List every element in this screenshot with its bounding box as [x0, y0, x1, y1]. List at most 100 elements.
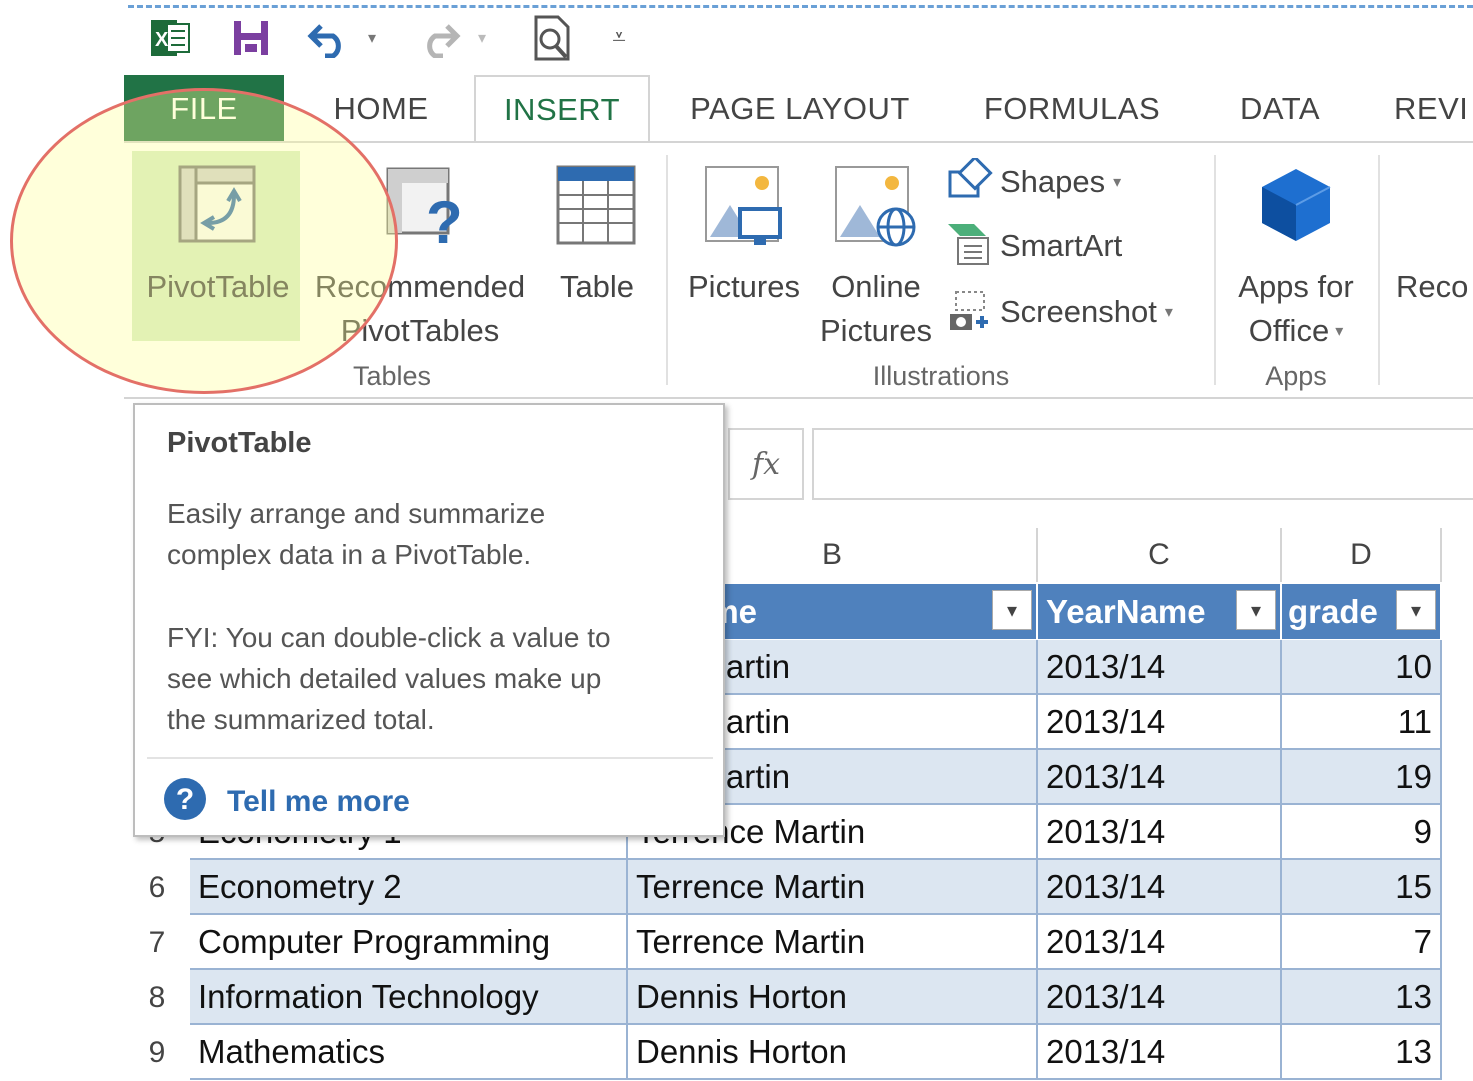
- filter-dropdown-icon[interactable]: ▾: [992, 590, 1032, 630]
- recommended-charts-label[interactable]: Reco: [1396, 265, 1473, 309]
- svg-text:X: X: [155, 29, 169, 51]
- ribbon-insert: PivotTable ? Recommended PivotTables Tab…: [124, 143, 1473, 398]
- pivottable-icon: [178, 165, 256, 248]
- screenshot-button[interactable]: Screenshot ▾: [946, 287, 1206, 337]
- apps-dropdown-icon: ▾: [1335, 323, 1344, 340]
- table-row: 9 Mathematics Dennis Horton 2013/14 13: [124, 1025, 1473, 1080]
- table-label: Table: [559, 269, 635, 304]
- tab-insert[interactable]: INSERT: [474, 75, 650, 143]
- filter-dropdown-icon[interactable]: ▾: [1396, 590, 1436, 630]
- group-separator: [1214, 155, 1216, 385]
- year-cell[interactable]: 2013/14: [1038, 970, 1282, 1025]
- row-number[interactable]: 6: [124, 860, 190, 915]
- pivottable-button[interactable]: PivotTable: [132, 151, 300, 341]
- pivottable-tooltip: PivotTable Easily arrange and summarize …: [133, 403, 725, 837]
- table-row: 7 Computer Programming Terrence Martin 2…: [124, 915, 1473, 970]
- online-pictures-icon: [834, 165, 918, 254]
- undo-dropdown-icon[interactable]: ▾: [360, 16, 384, 60]
- year-cell[interactable]: 2013/14: [1038, 750, 1282, 805]
- formula-input[interactable]: [812, 428, 1473, 500]
- group-separator: [1378, 155, 1380, 385]
- redo-dropdown-icon[interactable]: ▾: [470, 16, 494, 60]
- grade-cell[interactable]: 10: [1282, 640, 1442, 695]
- online-pictures-button[interactable]: Online Pictures: [814, 151, 938, 348]
- smartart-label: SmartArt: [1000, 228, 1123, 263]
- print-preview-icon[interactable]: [528, 15, 576, 61]
- tooltip-fyi-line-1: FYI: You can double-click a value to: [167, 622, 611, 653]
- header-grade-label: grade: [1288, 592, 1378, 630]
- shapes-button[interactable]: Shapes ▾: [946, 154, 1196, 207]
- grade-cell[interactable]: 15: [1282, 860, 1442, 915]
- customize-qat-icon[interactable]: ⩡: [604, 16, 634, 60]
- tooltip-desc-line-1: Easily arrange and summarize: [167, 498, 546, 529]
- redo-icon[interactable]: [416, 16, 462, 60]
- course-cell[interactable]: Mathematics: [190, 1025, 628, 1080]
- shapes-dropdown-icon: ▾: [1113, 174, 1122, 191]
- year-cell[interactable]: 2013/14: [1038, 860, 1282, 915]
- year-cell[interactable]: 2013/14: [1038, 1025, 1282, 1080]
- recommended-label-2: PivotTables: [340, 313, 500, 348]
- quick-access-toolbar: X ▾ ▾ ⩡: [0, 0, 1473, 75]
- tell-me-more-link[interactable]: ? Tell me more: [163, 777, 410, 826]
- grade-cell[interactable]: 19: [1282, 750, 1442, 805]
- pictures-button[interactable]: Pictures: [680, 151, 808, 341]
- tell-me-more-label: Tell me more: [227, 784, 410, 818]
- student-cell[interactable]: Dennis Horton: [628, 970, 1038, 1025]
- apps-label-1: Apps for: [1238, 269, 1354, 304]
- column-header-d[interactable]: D: [1282, 528, 1442, 582]
- online-pictures-label-2: Pictures: [820, 313, 932, 348]
- header-yearname-label: YearName: [1046, 592, 1206, 630]
- grade-cell[interactable]: 13: [1282, 1025, 1442, 1080]
- grade-cell[interactable]: 7: [1282, 915, 1442, 970]
- tab-page-layout[interactable]: PAGE LAYOUT: [672, 75, 928, 143]
- year-cell[interactable]: 2013/14: [1038, 695, 1282, 750]
- save-icon[interactable]: [228, 16, 274, 60]
- grade-cell[interactable]: 13: [1282, 970, 1442, 1025]
- shapes-label: Shapes: [1000, 164, 1106, 199]
- header-yearname: YearName ▾: [1038, 584, 1282, 639]
- tooltip-fyi-line-2: see which detailed values make up: [167, 663, 602, 694]
- tab-home[interactable]: HOME: [306, 75, 456, 143]
- year-cell[interactable]: 2013/14: [1038, 640, 1282, 695]
- insert-function-button[interactable]: fx: [728, 428, 804, 500]
- student-cell[interactable]: Terrence Martin: [628, 860, 1038, 915]
- recommended-pivottables-button[interactable]: ? Recommended PivotTables: [308, 151, 532, 348]
- year-cell[interactable]: 2013/14: [1038, 915, 1282, 970]
- course-cell[interactable]: Information Technology: [190, 970, 628, 1025]
- apps-for-office-button[interactable]: Apps for Office ▾: [1226, 151, 1366, 348]
- row-number[interactable]: 8: [124, 970, 190, 1025]
- column-header-c[interactable]: C: [1038, 528, 1282, 582]
- tab-review[interactable]: REVI: [1394, 75, 1473, 143]
- ribbon-border: [124, 397, 1473, 399]
- group-separator: [666, 155, 668, 385]
- help-icon: ?: [163, 777, 207, 826]
- table-icon: [556, 165, 636, 250]
- student-cell[interactable]: Dennis Horton: [628, 1025, 1038, 1080]
- recommended-label-1: Recommended: [314, 269, 526, 304]
- course-cell[interactable]: Computer Programming: [190, 915, 628, 970]
- header-grade: grade ▾: [1282, 584, 1442, 639]
- table-button[interactable]: Table: [542, 151, 652, 341]
- grade-cell[interactable]: 11: [1282, 695, 1442, 750]
- year-cell[interactable]: 2013/14: [1038, 805, 1282, 860]
- tooltip-title: PivotTable: [167, 427, 312, 459]
- tooltip-fyi-line-3: the summarized total.: [167, 704, 435, 735]
- screenshot-label: Screenshot: [1000, 294, 1157, 329]
- smartart-icon: [946, 222, 994, 271]
- grade-cell[interactable]: 9: [1282, 805, 1442, 860]
- row-number[interactable]: 9: [124, 1025, 190, 1080]
- recommended-pivottables-icon: ?: [386, 165, 468, 256]
- group-label-apps: Apps: [1265, 361, 1327, 391]
- course-cell[interactable]: Econometry 2: [190, 860, 628, 915]
- row-number[interactable]: 7: [124, 915, 190, 970]
- online-pictures-label-1: Online: [831, 269, 921, 304]
- tab-formulas[interactable]: FORMULAS: [962, 75, 1182, 143]
- tab-data[interactable]: DATA: [1212, 75, 1348, 143]
- undo-icon[interactable]: [306, 16, 352, 60]
- smartart-button[interactable]: SmartArt: [946, 221, 1196, 271]
- pivottable-label: PivotTable: [146, 269, 290, 304]
- filter-dropdown-icon[interactable]: ▾: [1236, 590, 1276, 630]
- pictures-label: Pictures: [688, 269, 800, 304]
- student-cell[interactable]: Terrence Martin: [628, 915, 1038, 970]
- tab-file[interactable]: FILE: [124, 75, 284, 143]
